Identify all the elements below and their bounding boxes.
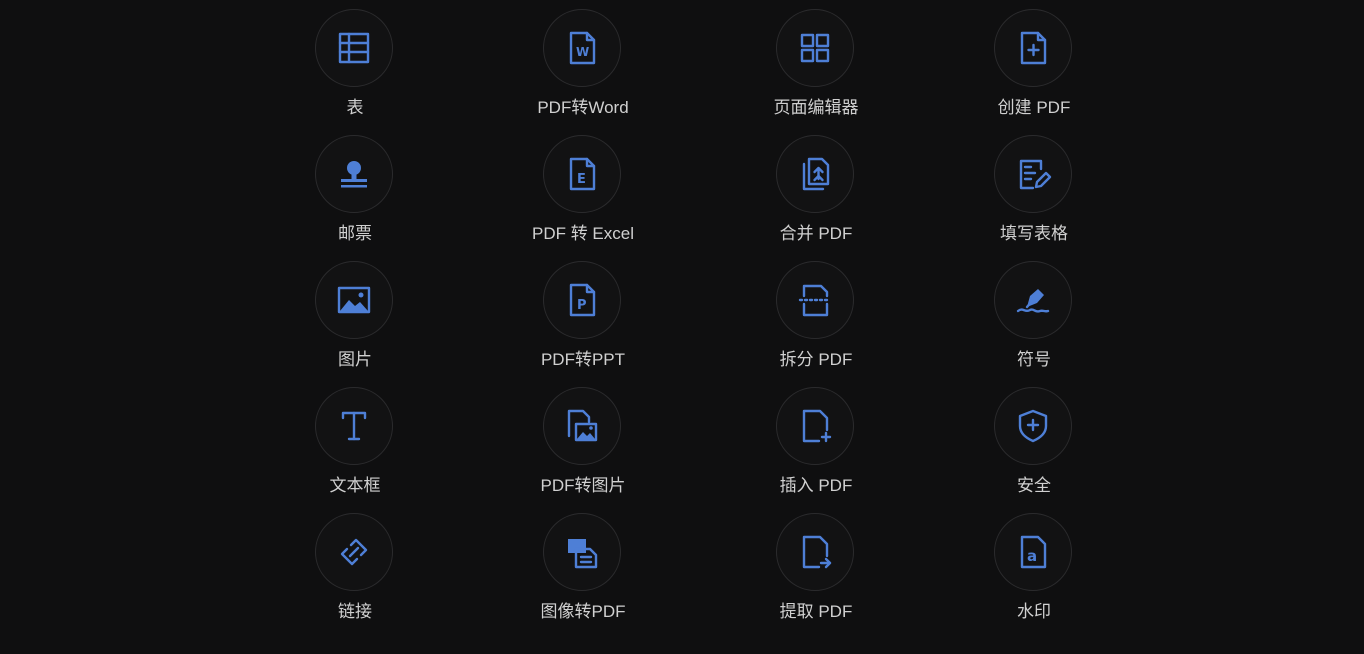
tool-circle[interactable]: P	[543, 261, 621, 339]
grid-pages-icon	[800, 33, 830, 63]
tool-label: 安全	[1017, 476, 1051, 495]
stamp-icon	[341, 161, 367, 188]
tool-circle[interactable]	[315, 9, 393, 87]
tool-pdf-to-ppt[interactable]: P PDF转PPT	[503, 261, 663, 381]
svg-text:a: a	[1027, 547, 1037, 565]
tool-label: 符号	[1017, 350, 1051, 369]
tool-circle[interactable]	[994, 387, 1072, 465]
tool-circle[interactable]	[776, 513, 854, 591]
tool-label: 提取 PDF	[779, 602, 853, 621]
text-box-icon	[341, 411, 367, 441]
tool-label: 插入 PDF	[779, 476, 853, 495]
word-file-icon: W	[569, 31, 596, 65]
link-icon	[340, 538, 368, 566]
tool-circle[interactable]: E	[543, 135, 621, 213]
tool-merge-pdf[interactable]: 合并 PDF	[736, 135, 896, 255]
tool-circle[interactable]: W	[543, 9, 621, 87]
tool-circle[interactable]	[543, 387, 621, 465]
extract-file-icon	[802, 535, 832, 569]
tool-create-pdf[interactable]: 创建 PDF	[954, 9, 1114, 129]
tool-circle[interactable]	[315, 387, 393, 465]
tool-label: PDF转Word	[537, 98, 629, 117]
tool-label: 图片	[338, 350, 372, 369]
tool-circle[interactable]	[776, 387, 854, 465]
tool-insert-pdf[interactable]: 插入 PDF	[736, 387, 896, 507]
tool-circle[interactable]: a	[994, 513, 1072, 591]
image-icon	[337, 286, 371, 314]
tool-circle[interactable]	[994, 9, 1072, 87]
tool-circle[interactable]	[776, 135, 854, 213]
signature-pen-icon	[1016, 289, 1050, 313]
tool-pdf-to-image[interactable]: PDF转图片	[503, 387, 663, 507]
tool-signature[interactable]: 符号	[954, 261, 1114, 381]
file-plus-icon	[1020, 31, 1047, 65]
tool-label: 图像转PDF	[540, 602, 626, 621]
insert-file-icon	[802, 409, 832, 443]
tool-link[interactable]: 链接	[275, 513, 435, 633]
split-file-icon	[798, 284, 832, 317]
tool-label: 拆分 PDF	[779, 350, 853, 369]
tool-extract-pdf[interactable]: 提取 PDF	[736, 513, 896, 633]
tool-page-editor[interactable]: 页面编辑器	[736, 9, 896, 129]
tool-label: 邮票	[338, 224, 372, 243]
tool-label: PDF转图片	[540, 476, 626, 495]
tool-circle[interactable]	[315, 261, 393, 339]
tool-watermark[interactable]: a 水印	[954, 513, 1114, 633]
shield-plus-icon	[1018, 409, 1048, 443]
image-to-pdf-icon	[568, 539, 598, 569]
tool-fill-form[interactable]: 填写表格	[954, 135, 1114, 255]
tool-label: PDF转PPT	[540, 350, 626, 369]
tool-circle[interactable]	[994, 135, 1072, 213]
merge-files-icon	[802, 157, 830, 191]
tool-label: PDF 转 Excel	[531, 224, 635, 243]
tool-security[interactable]: 安全	[954, 387, 1114, 507]
file-to-image-icon	[567, 409, 598, 442]
tool-label: 水印	[1017, 602, 1051, 621]
svg-text:P: P	[577, 298, 587, 313]
tool-pdf-to-excel[interactable]: E PDF 转 Excel	[503, 135, 663, 255]
tool-label: 链接	[338, 602, 372, 621]
tool-pdf-to-word[interactable]: W PDF转Word	[503, 9, 663, 129]
tool-label: 创建 PDF	[997, 98, 1071, 117]
ppt-file-icon: P	[569, 283, 596, 317]
tool-table[interactable]: 表	[275, 9, 435, 129]
tool-label: 文本框	[329, 476, 381, 495]
tool-circle[interactable]	[776, 9, 854, 87]
tool-label: 表	[346, 98, 364, 117]
tool-stamp[interactable]: 邮票	[275, 135, 435, 255]
excel-file-icon: E	[569, 157, 596, 191]
tool-label: 填写表格	[1000, 224, 1068, 243]
tool-circle[interactable]	[315, 135, 393, 213]
tool-circle[interactable]	[776, 261, 854, 339]
svg-text:E: E	[577, 172, 586, 187]
tool-image-to-pdf[interactable]: 图像转PDF	[503, 513, 663, 633]
tool-circle[interactable]	[315, 513, 393, 591]
tools-grid: 表 W PDF转Word 页面编辑器 创建 PDF 邮票 E PDF 转 Exc…	[0, 0, 1364, 654]
tool-text-box[interactable]: 文本框	[275, 387, 435, 507]
tool-image[interactable]: 图片	[275, 261, 435, 381]
svg-text:W: W	[576, 45, 589, 59]
tool-split-pdf[interactable]: 拆分 PDF	[736, 261, 896, 381]
fill-form-icon	[1019, 159, 1052, 190]
table-icon	[338, 32, 370, 64]
tool-circle[interactable]	[543, 513, 621, 591]
tool-label: 合并 PDF	[779, 224, 853, 243]
tool-circle[interactable]	[994, 261, 1072, 339]
tool-label: 页面编辑器	[773, 98, 859, 117]
watermark-icon: a	[1020, 535, 1047, 569]
